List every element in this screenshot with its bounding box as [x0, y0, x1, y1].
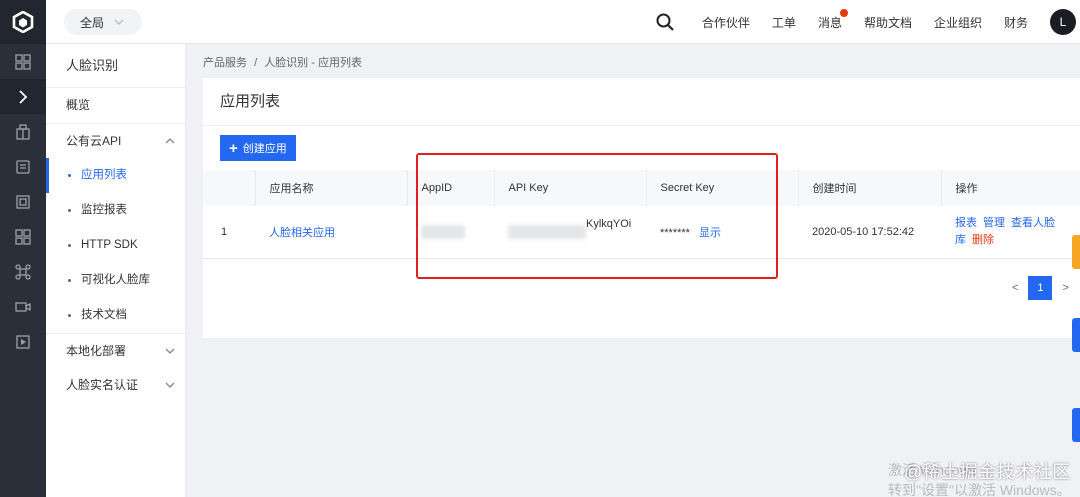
nav-messages[interactable]: 消息 [817, 8, 848, 31]
top-bar: 全局 合作伙伴 工单 消息 帮助文档 企业组织 财务 L [46, 0, 1080, 44]
network-icon[interactable] [0, 254, 46, 289]
row-operations: 报表 管理 查看人脸库 删除 [941, 206, 1080, 259]
sidebar-item-facelib[interactable]: 可视化人脸库 [46, 263, 185, 298]
nav-finance[interactable]: 财务 [1004, 14, 1028, 31]
pagination: < 1 > [1002, 276, 1079, 300]
chevron-up-icon [165, 138, 175, 144]
breadcrumb-separator: / [254, 57, 258, 69]
sidebar-item-monitor[interactable]: 监控报表 [46, 193, 185, 228]
report-link[interactable]: 报表 [955, 217, 977, 229]
row-app-name: 人脸相关应用 [255, 206, 407, 259]
play-icon[interactable] [0, 324, 46, 359]
breadcrumb: 产品服务 / 人脸识别 - 应用列表 [203, 54, 366, 70]
sidebar: 人脸识别 概览 公有云API 应用列表 监控报表 HTTP SDK 可视化人脸库… [46, 44, 186, 497]
unread-dot [839, 8, 848, 17]
sidebar-item-app-list[interactable]: 应用列表 [46, 158, 185, 193]
sidebar-group-label: 公有云API [66, 134, 122, 148]
manage-link[interactable]: 管理 [983, 217, 1005, 229]
sidebar-item-http-sdk[interactable]: HTTP SDK [46, 228, 185, 263]
highlight-box [416, 153, 778, 279]
create-app-button[interactable]: + 创建应用 [220, 135, 296, 161]
float-tab-blue-2[interactable] [1072, 408, 1080, 442]
nav-help[interactable]: 帮助文档 [864, 14, 912, 31]
breadcrumb-root[interactable]: 产品服务 [203, 57, 247, 69]
product-icon[interactable] [0, 114, 46, 149]
chevron-down-icon [114, 19, 124, 25]
chevron-down-icon [165, 348, 175, 354]
col-created-time: 创建时间 [798, 170, 942, 206]
breadcrumb-current: 人脸识别 - 应用列表 [264, 57, 362, 69]
nav-tickets[interactable]: 工单 [772, 14, 796, 31]
sidebar-group-local-deploy[interactable]: 本地化部署 [46, 333, 185, 368]
logo-icon[interactable] [0, 0, 46, 44]
app-name-link[interactable]: 人脸相关应用 [269, 227, 335, 239]
float-tab-orange[interactable] [1072, 235, 1080, 269]
nav-organization[interactable]: 企业组织 [934, 14, 982, 31]
sidebar-group-realname[interactable]: 人脸实名认证 [46, 368, 185, 403]
plus-icon: + [229, 139, 238, 157]
col-operations: 操作 [941, 170, 1080, 206]
search-icon[interactable] [656, 13, 674, 31]
sidebar-item-overview[interactable]: 概览 [46, 88, 185, 123]
sidebar-group-label: 人脸实名认证 [66, 378, 139, 392]
scope-select[interactable]: 全局 [64, 9, 142, 35]
row-created-time: 2020-05-10 17:52:42 [798, 206, 941, 259]
expand-icon[interactable] [0, 79, 46, 114]
avatar[interactable]: L [1050, 9, 1076, 35]
sidebar-item-docs[interactable]: 技术文档 [46, 298, 185, 333]
pager-next[interactable]: > [1062, 282, 1068, 294]
left-rail [0, 0, 46, 497]
dashboard-icon[interactable] [0, 44, 46, 79]
sidebar-group-label: 本地化部署 [66, 344, 127, 358]
float-tab-blue-1[interactable] [1072, 318, 1080, 352]
chevron-down-icon [165, 382, 175, 388]
pager-prev[interactable]: < [1012, 282, 1018, 294]
create-app-label: 创建应用 [242, 143, 287, 155]
document-icon[interactable] [0, 149, 46, 184]
sidebar-group-public-cloud[interactable]: 公有云API [46, 123, 185, 158]
scope-label: 全局 [80, 15, 105, 30]
video-icon[interactable] [0, 289, 46, 324]
col-app-name: 应用名称 [255, 170, 408, 206]
delete-link[interactable]: 删除 [972, 234, 994, 246]
nav-messages-label: 消息 [817, 15, 842, 30]
watermark: @稀土掘金技术社区 [904, 462, 1071, 482]
col-index [203, 170, 256, 206]
top-nav: 合作伙伴 工单 消息 帮助文档 企业组织 财务 L [656, 0, 1080, 44]
sidebar-title: 人脸识别 [46, 44, 185, 88]
grid-icon[interactable] [0, 219, 46, 254]
row-index: 1 [203, 206, 255, 259]
face-icon[interactable] [0, 184, 46, 219]
page-title: 应用列表 [203, 78, 1080, 126]
pager-page-1[interactable]: 1 [1028, 276, 1053, 300]
nav-partners[interactable]: 合作伙伴 [702, 14, 750, 31]
